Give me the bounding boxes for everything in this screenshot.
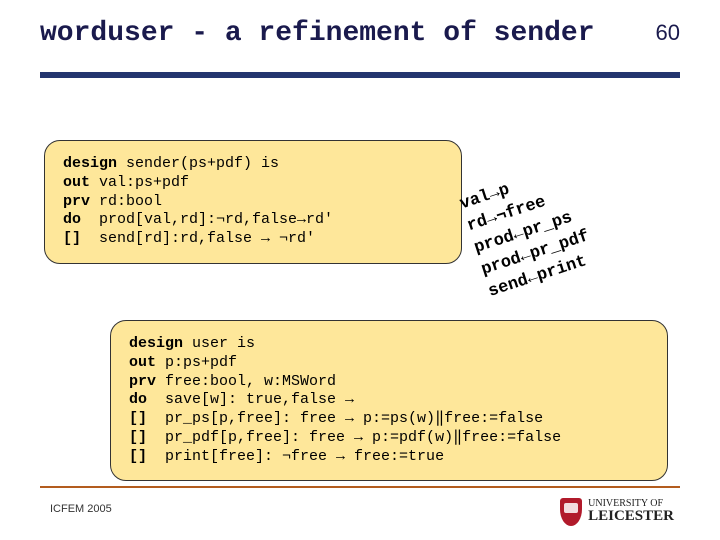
title-rule <box>40 72 680 78</box>
title-row: worduser - a refinement of sender 60 <box>40 18 680 49</box>
refinement-annotation: val→prd→¬freeprod←pr_psprod←pr_pdfsend←p… <box>457 130 692 304</box>
uni-big: LEICESTER <box>588 509 674 525</box>
slide-title: worduser - a refinement of sender <box>40 18 595 49</box>
footer-rule <box>40 486 680 488</box>
page-number: 60 <box>656 20 680 46</box>
shield-icon <box>560 498 582 526</box>
university-name: UNIVERSITY OF LEICESTER <box>588 499 674 525</box>
user-design-box: design user is out p:ps+pdf prv free:boo… <box>110 320 668 481</box>
slide: worduser - a refinement of sender 60 des… <box>0 0 720 540</box>
sender-design-box: design sender(ps+pdf) is out val:ps+pdf … <box>44 140 462 264</box>
footer-conference: ICFEM 2005 <box>50 503 112 515</box>
title-rest: - a refinement of sender <box>174 18 594 49</box>
university-logo: UNIVERSITY OF LEICESTER <box>560 498 674 526</box>
title-mono: worduser <box>40 18 174 49</box>
